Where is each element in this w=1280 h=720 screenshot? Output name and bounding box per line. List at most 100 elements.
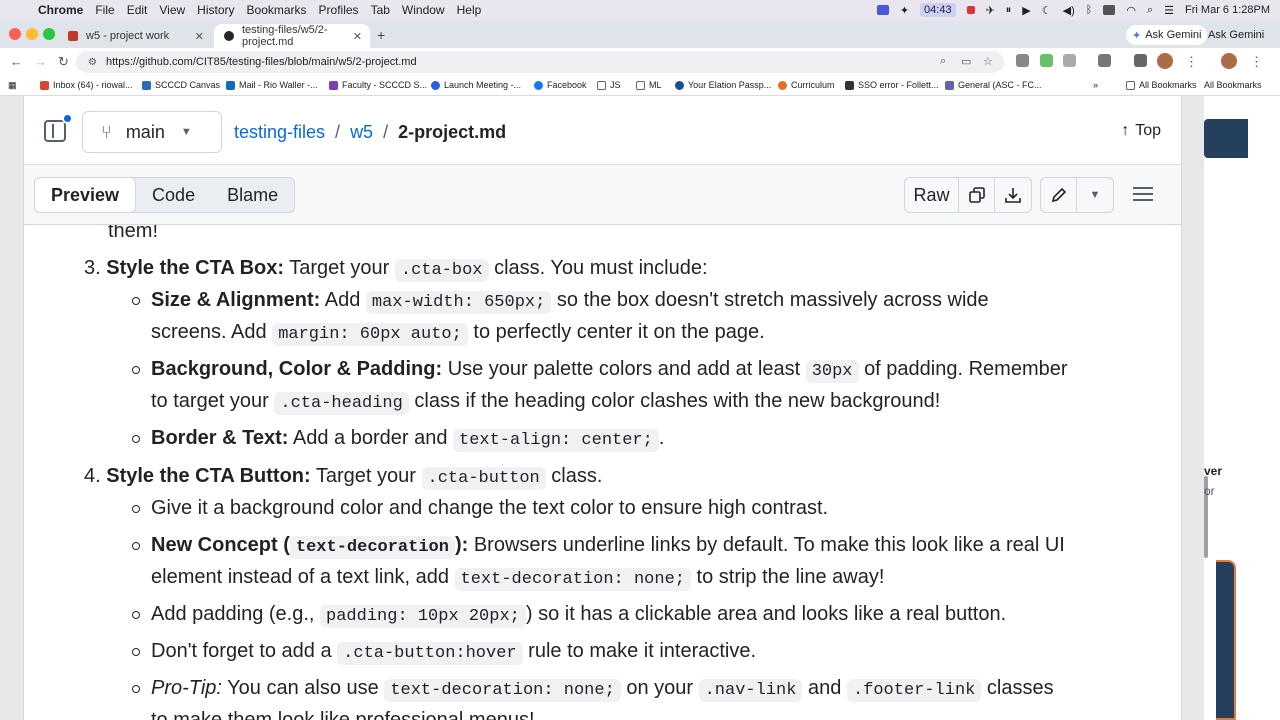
bookmark-faculty-scccd[interactable]: Faculty - SCCCD S... bbox=[329, 80, 427, 90]
menu-history[interactable]: History bbox=[197, 3, 234, 17]
tool-icon[interactable]: ✈ bbox=[986, 4, 995, 17]
control-center-icon[interactable]: ☰ bbox=[1164, 4, 1174, 17]
download-icon[interactable] bbox=[995, 178, 1031, 212]
copy-icon[interactable] bbox=[959, 178, 995, 212]
outline-list-icon[interactable] bbox=[1133, 187, 1153, 205]
gmail-icon bbox=[40, 80, 49, 90]
item-text: class. You must include: bbox=[494, 257, 708, 279]
menu-app-name[interactable]: Chrome bbox=[38, 3, 83, 17]
menu-profiles[interactable]: Profiles bbox=[319, 3, 359, 17]
minimize-window-icon[interactable] bbox=[26, 28, 38, 40]
menu-bookmarks[interactable]: Bookmarks bbox=[247, 3, 307, 17]
breadcrumb-repo[interactable]: testing-files bbox=[234, 122, 325, 143]
wifi-icon[interactable]: ◠ bbox=[1126, 4, 1136, 17]
screen-share-icon[interactable] bbox=[876, 5, 889, 15]
side-text: or bbox=[1204, 484, 1215, 498]
bookmark-folder-js[interactable]: JS bbox=[597, 80, 621, 90]
battery-icon[interactable] bbox=[1103, 5, 1116, 15]
bookmark-elation-passport[interactable]: Your Elation Passp... bbox=[675, 80, 771, 90]
close-tab-icon[interactable]: ✕ bbox=[195, 30, 204, 43]
chevron-down-icon[interactable]: ▼ bbox=[1077, 178, 1113, 212]
tab-testing-files[interactable]: testing-files/w5/2-project.md ✕ bbox=[214, 24, 370, 48]
bookmark-general-asc[interactable]: General (ASC - FC... bbox=[945, 80, 1042, 90]
menu-window[interactable]: Window bbox=[402, 3, 445, 17]
chrome-menu-icon[interactable]: ⋮ bbox=[1185, 54, 1198, 70]
menu-help[interactable]: Help bbox=[457, 3, 482, 17]
maximize-window-icon[interactable] bbox=[43, 28, 55, 40]
address-bar[interactable]: ⚙ https://github.com/CIT85/testing-files… bbox=[76, 51, 1004, 73]
volume-icon[interactable]: ◀) bbox=[1063, 4, 1075, 17]
breadcrumb-folder[interactable]: w5 bbox=[350, 122, 373, 143]
pause-icon[interactable]: ⏸ bbox=[1006, 4, 1012, 17]
file-tree-toggle-icon[interactable] bbox=[44, 113, 73, 142]
menubar-clock[interactable]: Fri Mar 6 1:28PM bbox=[1185, 4, 1270, 16]
tab-preview[interactable]: Preview bbox=[34, 177, 137, 213]
sub-item-text: screens. Add bbox=[151, 321, 267, 343]
item-text: Target your bbox=[289, 257, 390, 279]
close-window-icon[interactable] bbox=[9, 28, 21, 40]
profile-avatar[interactable] bbox=[1157, 53, 1173, 69]
reading-list-icon[interactable] bbox=[1134, 54, 1147, 67]
tab-w5-project-work[interactable]: w5 - project work ✕ bbox=[58, 24, 212, 48]
bookmark-sso-error[interactable]: SSO error - Follett... bbox=[845, 80, 939, 90]
profile-avatar-secondary[interactable] bbox=[1221, 53, 1237, 69]
zoom-icon[interactable]: ⌕ bbox=[940, 55, 946, 68]
menu-edit[interactable]: Edit bbox=[127, 3, 148, 17]
bluetooth-icon[interactable]: ᛒ bbox=[1086, 4, 1093, 16]
bookmark-launch-meeting[interactable]: Launch Meeting -... bbox=[431, 80, 521, 90]
reload-icon[interactable]: ↻ bbox=[58, 54, 69, 70]
sub-item-text: on your bbox=[626, 677, 694, 699]
inline-code: .cta-button:hover bbox=[337, 642, 523, 665]
all-bookmarks[interactable]: All Bookmarks bbox=[1126, 80, 1197, 90]
recording-timer[interactable]: 04:43 bbox=[920, 3, 956, 17]
inline-code: .footer-link bbox=[846, 679, 982, 702]
chrome-menu-icon[interactable]: ⋮ bbox=[1250, 54, 1263, 70]
play-icon[interactable]: ▶ bbox=[1022, 4, 1030, 17]
all-bookmarks-secondary[interactable]: All Bookmarks bbox=[1204, 80, 1262, 90]
raw-button[interactable]: Raw bbox=[905, 178, 959, 212]
back-icon[interactable]: ← bbox=[10, 54, 23, 69]
cast-icon[interactable]: ▭ bbox=[961, 55, 971, 68]
new-tab-icon[interactable]: + bbox=[377, 27, 385, 43]
sub-item-text: to perfectly center it on the page. bbox=[473, 321, 765, 343]
side-text: ver bbox=[1204, 464, 1223, 478]
bookmark-mail-rio[interactable]: Mail - Rio Waller -... bbox=[226, 80, 318, 90]
url-text[interactable]: https://github.com/CIT85/testing-files/b… bbox=[106, 56, 417, 68]
menu-view[interactable]: View bbox=[159, 3, 185, 17]
bookmark-label: Faculty - SCCCD S... bbox=[342, 80, 428, 90]
close-tab-icon[interactable]: ✕ bbox=[353, 30, 362, 43]
menu-tab[interactable]: Tab bbox=[371, 3, 390, 17]
folder-icon bbox=[636, 80, 645, 90]
tab-blame[interactable]: Blame bbox=[211, 178, 294, 212]
extension-green-icon[interactable] bbox=[1040, 54, 1053, 67]
ask-gemini-button[interactable]: ✦ Ask Gemini bbox=[1126, 25, 1208, 45]
side-panel-icon[interactable] bbox=[1098, 54, 1111, 67]
tab-code[interactable]: Code bbox=[136, 178, 211, 212]
branch-selector[interactable]: ⑂ main ▼ bbox=[82, 111, 222, 153]
bookmark-scccd-canvas[interactable]: SCCCD Canvas bbox=[142, 80, 220, 90]
record-stop-icon[interactable] bbox=[966, 6, 975, 14]
sparkle-icon[interactable]: ✦ bbox=[900, 4, 909, 17]
list-line bbox=[1133, 199, 1153, 201]
menu-file[interactable]: File bbox=[95, 3, 114, 17]
extensions-puzzle-icon[interactable] bbox=[1063, 54, 1076, 67]
bookmark-inbox[interactable]: Inbox (64) - riowal... bbox=[40, 80, 133, 90]
extension-icon[interactable] bbox=[1016, 54, 1029, 67]
forward-icon[interactable]: → bbox=[34, 54, 47, 69]
bookmark-star-icon[interactable]: ☆ bbox=[983, 55, 993, 68]
bookmark-facebook[interactable]: Facebook bbox=[534, 80, 587, 90]
mac-menu-bar: Chrome File Edit View History Bookmarks … bbox=[0, 0, 1280, 20]
sub-item-text: rule to make it interactive. bbox=[528, 640, 757, 662]
bookmark-curriculum[interactable]: Curriculum bbox=[778, 80, 835, 90]
apps-grid-icon[interactable]: ▦ bbox=[8, 80, 17, 91]
pencil-icon[interactable] bbox=[1041, 178, 1077, 212]
spotlight-search-icon[interactable]: ⌕ bbox=[1147, 4, 1153, 17]
bookmark-folder-ml[interactable]: ML bbox=[636, 80, 662, 90]
top-button[interactable]: ↑ Top bbox=[1121, 122, 1161, 140]
site-info-icon[interactable]: ⚙ bbox=[88, 57, 98, 68]
bookmark-label: Facebook bbox=[547, 80, 587, 90]
ask-gemini-secondary[interactable]: Ask Gemini bbox=[1202, 25, 1270, 45]
bookmarks-overflow-icon[interactable]: » bbox=[1093, 80, 1098, 90]
sub-item-title-end: ): bbox=[454, 534, 469, 556]
moon-icon[interactable]: ☾ bbox=[1042, 4, 1052, 17]
